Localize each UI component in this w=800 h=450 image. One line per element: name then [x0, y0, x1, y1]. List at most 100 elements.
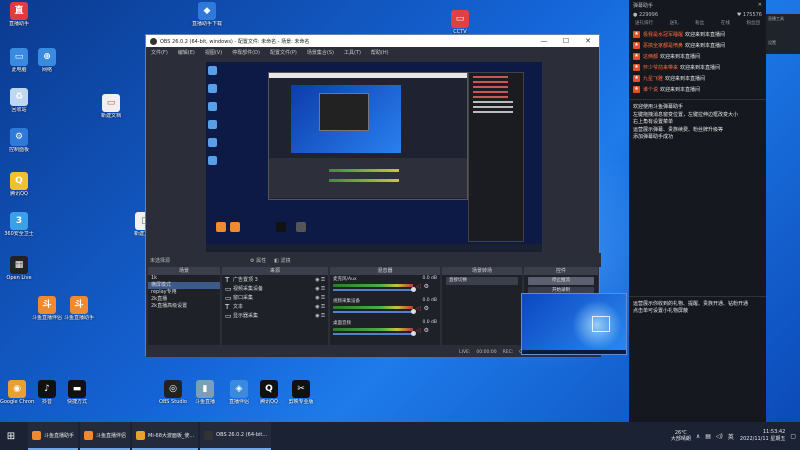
taskbar-window-thumbnail[interactable]: [521, 293, 627, 355]
volume-slider[interactable]: [333, 309, 416, 314]
stop-streaming-button[interactable]: 停止推流: [528, 277, 594, 285]
source-item[interactable]: T 文本 ◉ ⚿: [222, 302, 328, 311]
desktop-icon-8[interactable]: 斗斗鱼直播伴侣: [30, 296, 64, 321]
windows-start-icon[interactable]: ⊞: [0, 422, 22, 450]
sources-list[interactable]: T 广告置顶 3 ◉ ⚿ ▭ 视频采集设备 ◉ ⚿ ▭ 窗口采集 ◉ ⚿ T 文本 ◉ ⚿ ▭ 显示器采集…: [222, 275, 328, 345]
scene-item[interactable]: 1k: [148, 275, 220, 282]
slider-handle[interactable]: [411, 287, 416, 292]
menu-item-5[interactable]: 场景集合(S): [302, 49, 339, 56]
obs-titlebar[interactable]: OBS 26.0.2 (64-bit, windows) - 配置文件: 未命名…: [146, 35, 599, 47]
text-source-icon: T: [225, 275, 230, 284]
gear-icon[interactable]: ⚙: [424, 327, 429, 334]
volume-slider[interactable]: [333, 287, 416, 292]
notification-icon[interactable]: ▢: [790, 433, 796, 440]
slider-handle[interactable]: [411, 331, 416, 336]
tools-label[interactable]: 直播工具: [768, 16, 798, 22]
clock[interactable]: 11:53:42 2022/11/11 星期五: [740, 429, 785, 443]
source-item[interactable]: ▭ 窗口采集 ◉ ⚿: [222, 293, 328, 302]
menu-item-7[interactable]: 帮助(H): [366, 49, 394, 56]
taskbar-app[interactable]: 斗鱼直播助手: [28, 422, 79, 450]
weather-widget[interactable]: 26℃ 大部晴朗: [671, 430, 691, 442]
network-icon[interactable]: ▤: [705, 433, 711, 440]
desktop-icon-bottom-1[interactable]: ♪ 抖音: [30, 380, 64, 405]
chat-text: 欢迎来到本直播间: [685, 32, 726, 38]
menu-item-3[interactable]: 停靠部件(D): [227, 49, 265, 56]
gear-icon[interactable]: ⚙: [424, 305, 429, 312]
obs-preview-canvas[interactable]: [206, 62, 542, 252]
desktop-icon-top-1[interactable]: ▭ CCTV: [443, 10, 477, 35]
taskbar-app[interactable]: OBS 26.0.2 (64-bit...: [200, 422, 272, 450]
transition-select[interactable]: 直接切换: [446, 277, 518, 285]
eye-icon[interactable]: ◉ ⚿: [315, 277, 325, 283]
chat-username[interactable]: 怀少爷前来带来: [643, 64, 678, 71]
app-icon: ▮: [196, 380, 214, 398]
speaker-icon[interactable]: ◁: [416, 305, 421, 312]
maximize-icon[interactable]: ☐: [555, 37, 577, 45]
audio-mixer[interactable]: 麦克风/Aux 0.0 dB ◁ ⚙ 视频采集设备 0.0 dB ◁ ⚙ 桌面音频 0.0 dB ◁…: [330, 275, 440, 345]
desktop-icon-3[interactable]: ♻ 回收站: [2, 88, 36, 113]
desktop-icon-bottom-0[interactable]: ◉Google Chrome: [0, 380, 34, 405]
chat-username[interactable]: 谁个说: [643, 86, 658, 93]
danmaku-helper-panel[interactable]: 弹幕助手 ✕ ● 229996 ♥ 175576 送礼排行 送礼 粉丝 在线 粉丝团 ★…: [629, 0, 766, 422]
menu-item-1[interactable]: 编辑(E): [173, 49, 200, 56]
desktop-icon-0[interactable]: 直直播助手: [2, 2, 36, 27]
scene-item[interactable]: 2k直播: [148, 296, 220, 303]
eye-icon[interactable]: ◉ ⚿: [315, 286, 325, 292]
menu-item-0[interactable]: 文件(F): [146, 49, 173, 56]
desktop-icon-bottom-5[interactable]: ◈ 直播伴侣: [222, 380, 256, 405]
source-item[interactable]: T 广告置顶 3 ◉ ⚿: [222, 275, 328, 284]
chat-username[interactable]: 这俩都: [643, 53, 658, 60]
scene-item[interactable]: 横屏模式: [148, 282, 220, 289]
panel-tab-3[interactable]: 在线: [721, 20, 730, 29]
gear-icon[interactable]: ⚙: [424, 283, 429, 290]
desktop-icon-5[interactable]: Q 腾讯QQ: [2, 172, 36, 197]
desktop-icon-4[interactable]: ⚙ 控制面板: [2, 128, 36, 153]
scene-item[interactable]: replay专用: [148, 289, 220, 296]
speaker-icon[interactable]: ◁: [416, 283, 421, 290]
scenes-list[interactable]: 1k 横屏模式 replay专用 2k直播 2k直播高级设置: [148, 275, 220, 345]
taskbar-app[interactable]: 斗鱼直播伴侣: [80, 422, 131, 450]
menu-item-2[interactable]: 视图(V): [200, 49, 227, 56]
eye-icon[interactable]: ◉ ⚿: [315, 304, 325, 310]
desktop-icon-bottom-7[interactable]: ✂ 剪映专业版: [284, 380, 318, 405]
panel-tab-2[interactable]: 粉丝: [695, 20, 704, 29]
close-icon[interactable]: ✕: [758, 2, 762, 8]
panel-tab-4[interactable]: 粉丝团: [747, 20, 761, 29]
desktop-icon-bottom-3[interactable]: ◎ OBS Studio: [156, 380, 190, 405]
close-icon[interactable]: ✕: [577, 37, 599, 45]
eye-icon[interactable]: ◉ ⚿: [315, 295, 325, 301]
taskbar-app[interactable]: Mi-68大波面板_使...: [132, 422, 199, 450]
scene-item[interactable]: 2k直播高级设置: [148, 303, 220, 310]
source-item[interactable]: ▭ 视频采集设备 ◉ ⚿: [222, 284, 328, 293]
desktop-icon-bottom-2[interactable]: ▬ 快捷方式: [60, 380, 94, 405]
chat-username[interactable]: 九星飞雅: [643, 75, 663, 82]
desktop-icon-6[interactable]: 3 360安全卫士: [2, 212, 36, 237]
properties-button[interactable]: ⚙ 属性: [250, 257, 266, 264]
desktop-icon-7[interactable]: ▦ Open Live: [2, 256, 36, 281]
desktop-icon-mid-0[interactable]: ▭ 新建文档: [94, 94, 128, 119]
chat-username[interactable]: 恶搞全家都是喷鼻: [643, 42, 683, 49]
ime-icon[interactable]: 英: [728, 432, 734, 441]
panel-tab-0[interactable]: 送礼排行: [635, 20, 653, 29]
menu-item-6[interactable]: 工具(T): [339, 49, 366, 56]
desktop-icon-2[interactable]: ⊕ 网络: [30, 48, 64, 73]
volume-slider[interactable]: [333, 331, 416, 336]
desktop-icon-9[interactable]: 斗斗鱼直播助手: [62, 296, 96, 321]
system-tray: 26℃ 大部晴朗 ∧ ▤ ◁) 英 11:53:42 2022/11/11 星期…: [671, 422, 796, 450]
panel-tab-1[interactable]: 送礼: [670, 20, 679, 29]
chat-username[interactable]: 极我是水冠军睡醒: [643, 31, 683, 38]
settings-label[interactable]: 设置: [768, 40, 798, 46]
volume-icon[interactable]: ◁): [716, 433, 723, 440]
filters-button[interactable]: ◧ 滤镜: [274, 257, 290, 264]
slider-handle[interactable]: [411, 309, 416, 314]
minimize-icon[interactable]: —: [533, 37, 555, 45]
speaker-icon[interactable]: ◁: [416, 327, 421, 334]
desktop-icon-bottom-4[interactable]: ▮ 斗鱼直播: [188, 380, 222, 405]
chevron-up-icon[interactable]: ∧: [696, 433, 700, 440]
panel-titlebar[interactable]: 弹幕助手 ✕: [629, 0, 766, 10]
source-item[interactable]: ▭ 显示器采集 ◉ ⚿: [222, 311, 328, 320]
eye-icon[interactable]: ◉ ⚿: [315, 313, 325, 319]
menu-item-4[interactable]: 配置文件(P): [265, 49, 302, 56]
desktop-icon-bottom-6[interactable]: Q 腾讯QQ: [252, 380, 286, 405]
desktop-icon-top-0[interactable]: ◆ 直播助手下载: [190, 2, 224, 27]
